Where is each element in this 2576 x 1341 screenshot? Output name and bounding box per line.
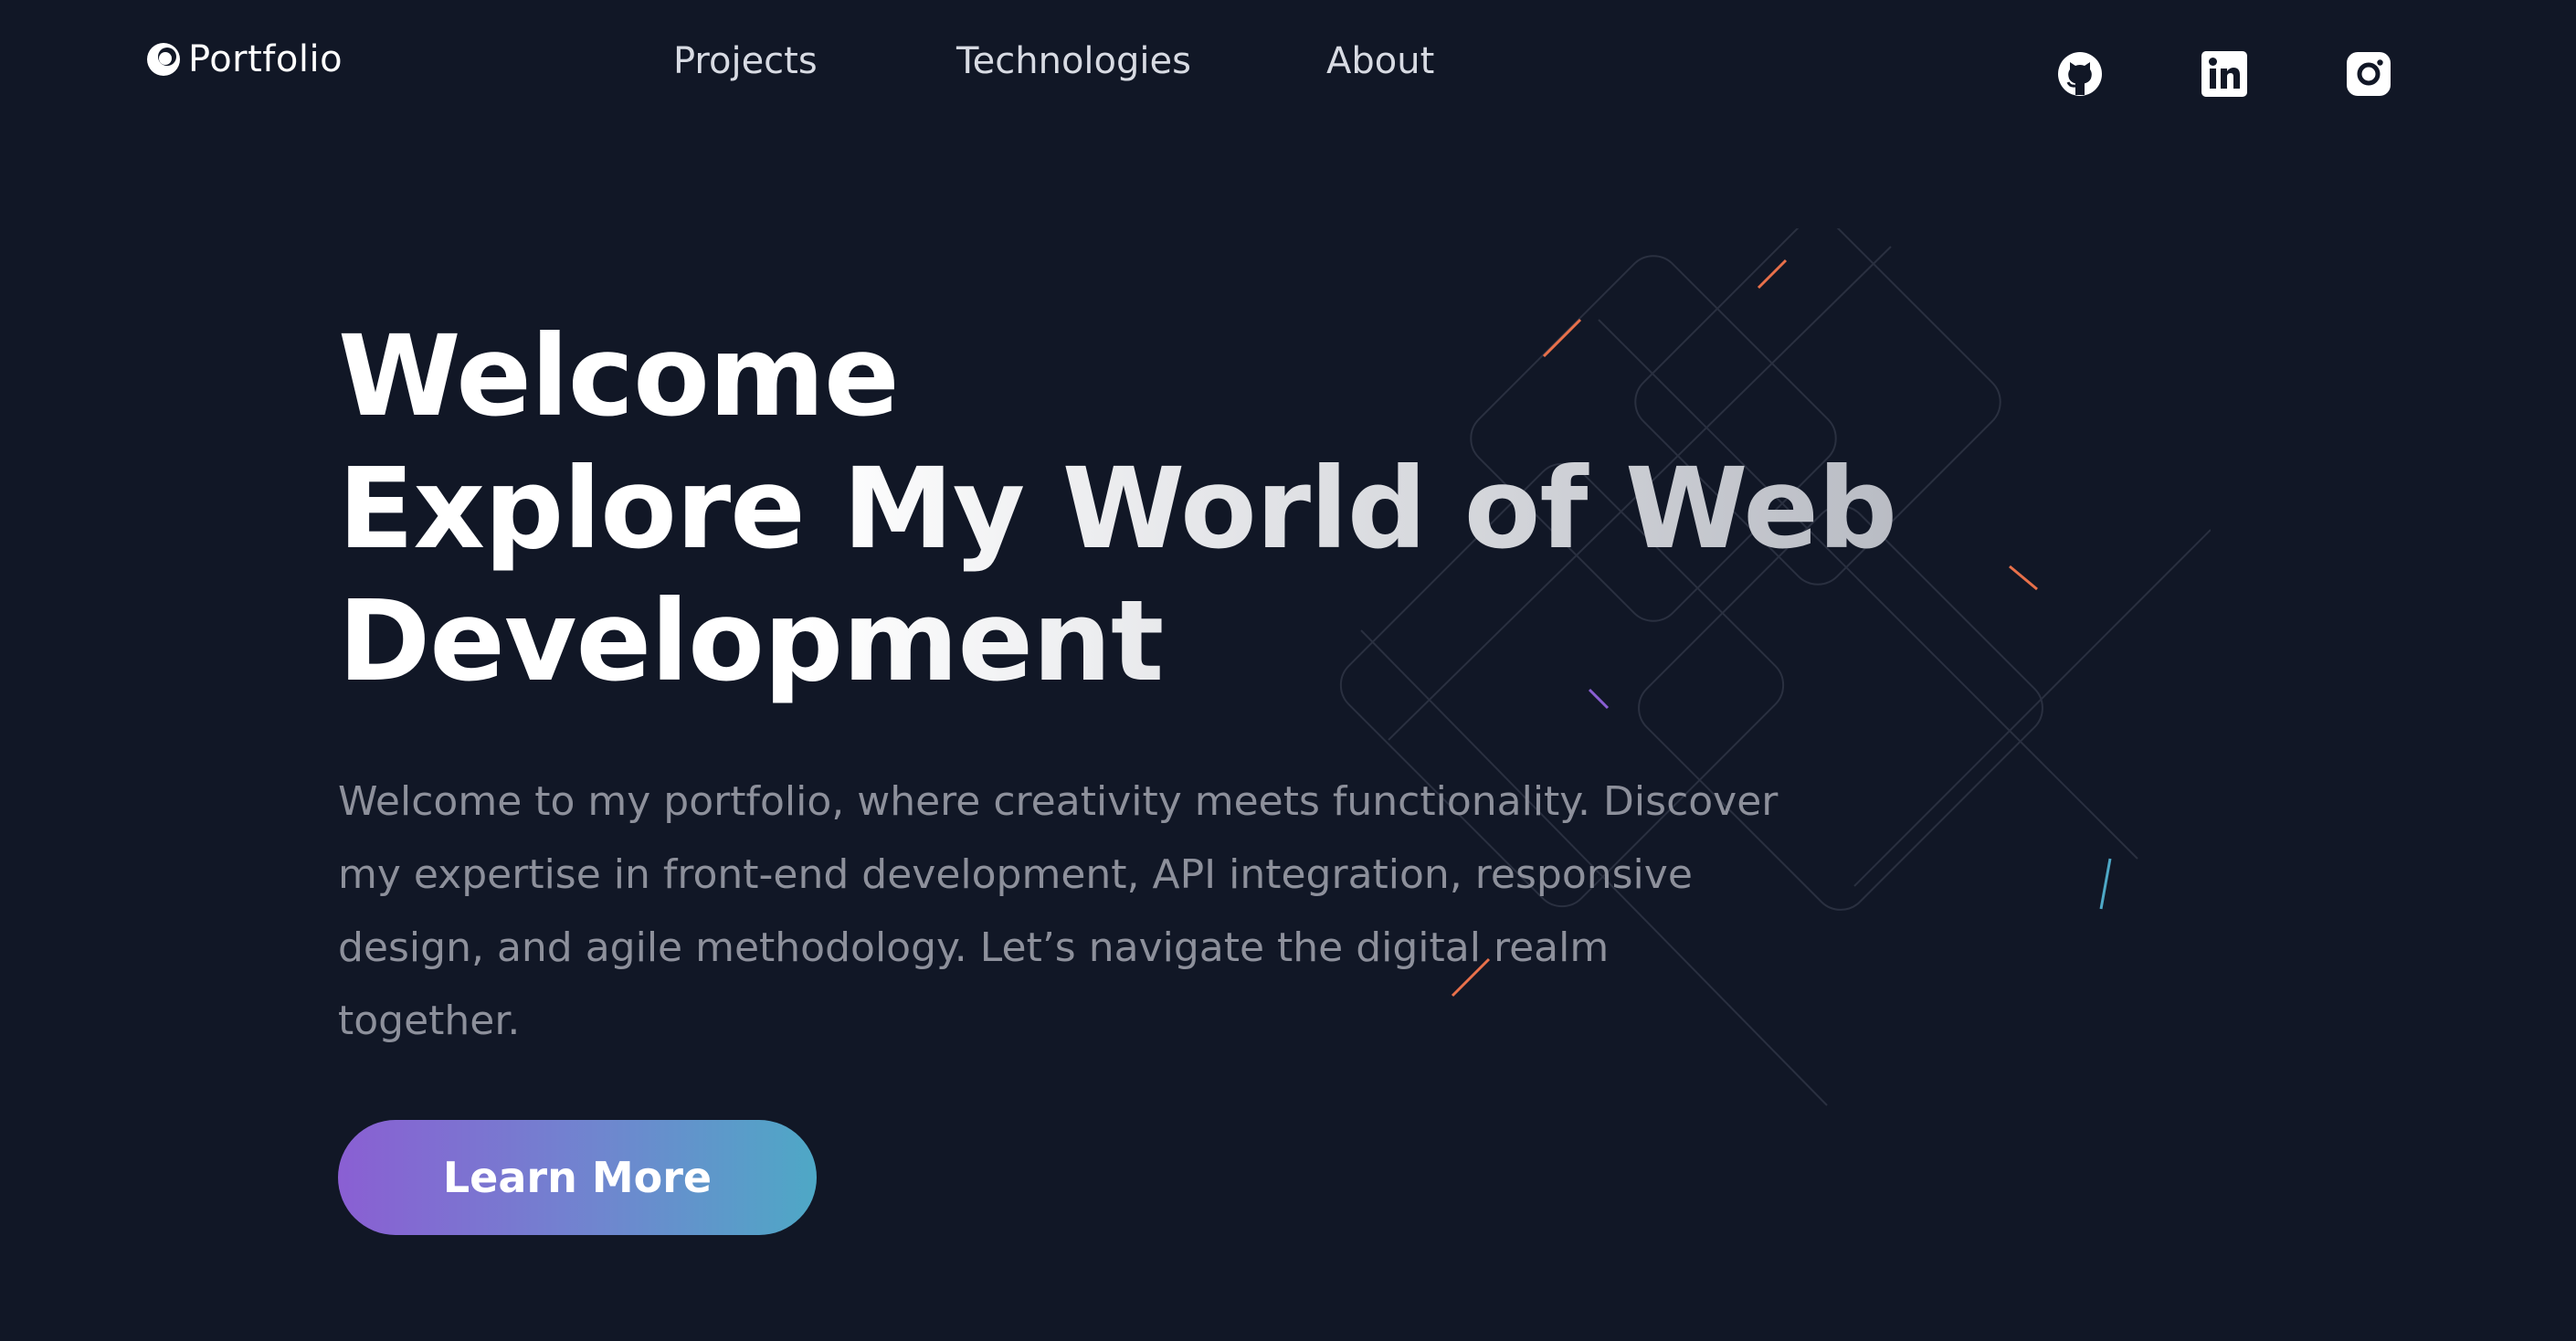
linkedin-link[interactable]: [2200, 49, 2249, 99]
hero-headline-line-3: Development: [338, 575, 1896, 708]
github-link[interactable]: [2055, 49, 2105, 99]
top-navigation: Portfolio Projects Technologies About: [0, 0, 2576, 128]
brand-name: Portfolio: [188, 38, 343, 80]
hero-headline: Welcome Explore My World of Web Developm…: [338, 311, 1897, 708]
hero-headline-line-1: Welcome: [338, 311, 900, 441]
logo-icon: [147, 43, 180, 76]
nav-link-about[interactable]: About: [1326, 40, 1434, 82]
nav-link-projects[interactable]: Projects: [673, 40, 818, 82]
hero-headline-line-2: Explore My World of Web: [338, 444, 1897, 574]
brand-logo[interactable]: Portfolio: [144, 38, 343, 80]
hero-intro-text: Welcome to my portfolio, where creativit…: [338, 778, 1779, 1044]
linkedin-icon: [2201, 51, 2247, 97]
learn-more-button[interactable]: Learn More: [338, 1120, 817, 1235]
instagram-icon: [2347, 52, 2391, 96]
instagram-link[interactable]: [2344, 49, 2393, 99]
github-icon: [2058, 52, 2102, 96]
nav-link-technologies[interactable]: Technologies: [956, 40, 1191, 82]
